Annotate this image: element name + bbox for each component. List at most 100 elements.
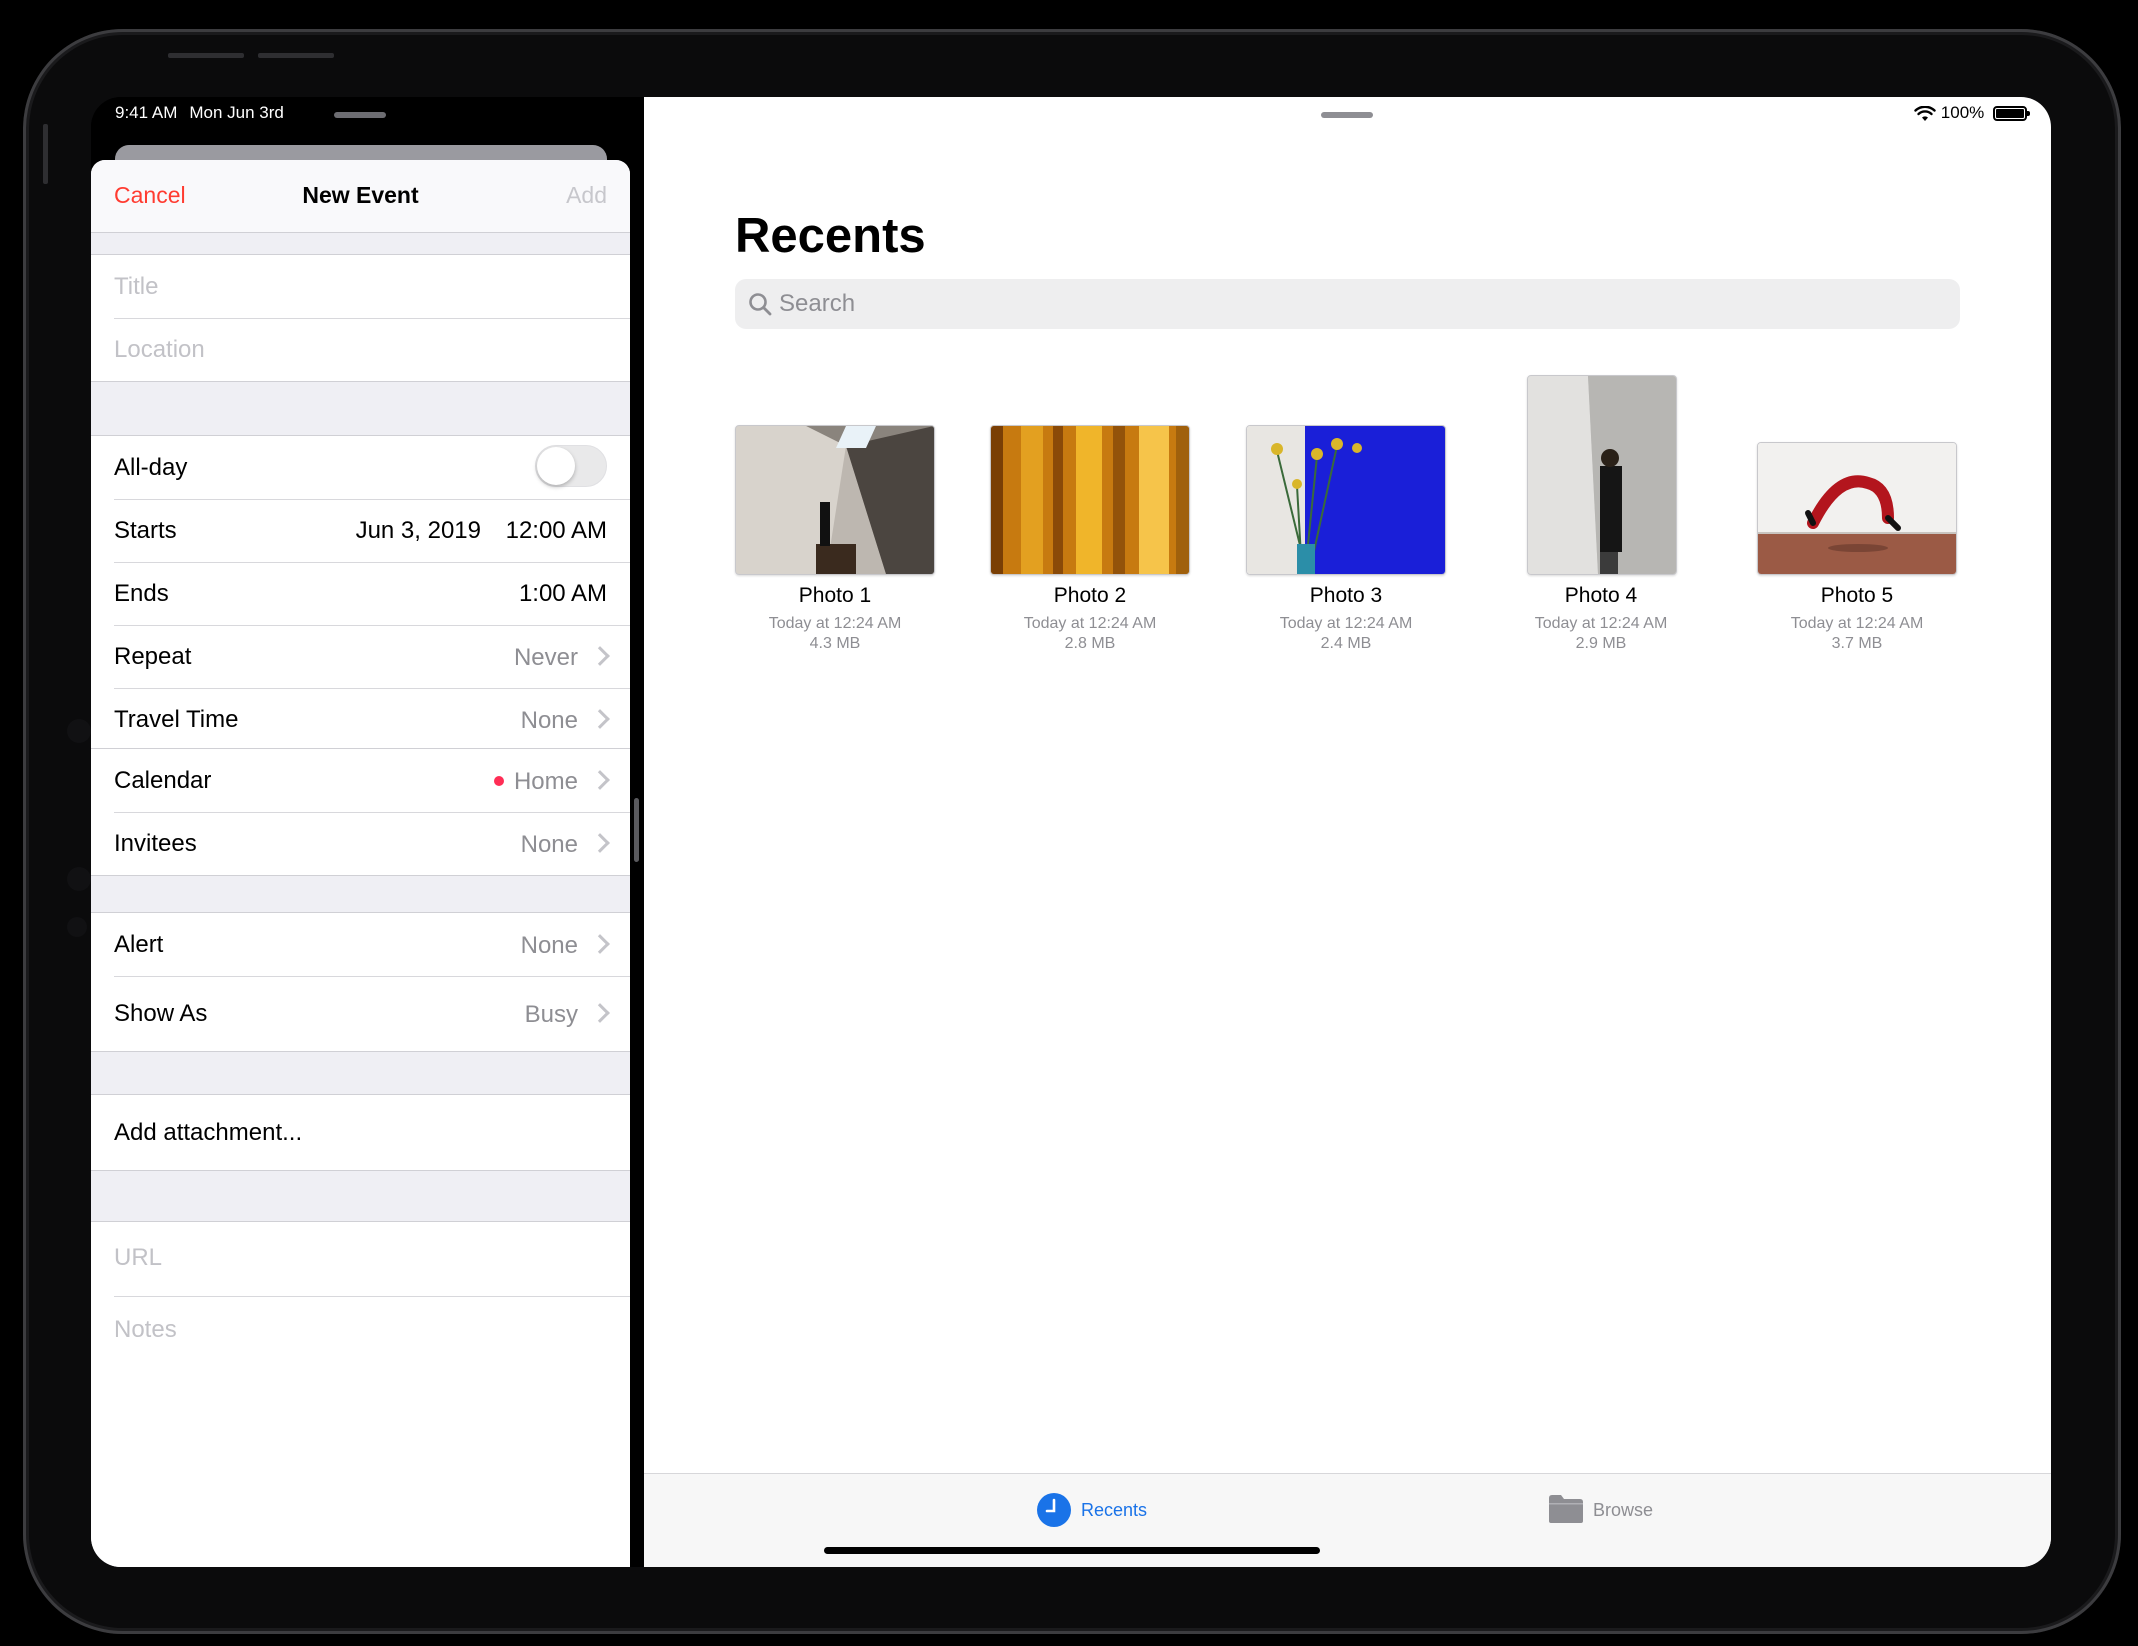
camera-sensor xyxy=(67,719,91,743)
file-size: 2.4 MB xyxy=(1320,635,1372,652)
top-button xyxy=(258,53,334,58)
camera-sensor xyxy=(67,867,91,891)
show-as-value: Busy xyxy=(524,1001,578,1028)
search-placeholder: Search xyxy=(779,290,856,317)
wifi-icon xyxy=(1914,105,1936,121)
ends-label: Ends xyxy=(114,580,169,607)
add-attachment-row[interactable]: Add attachment... xyxy=(91,1095,630,1170)
home-indicator[interactable] xyxy=(824,1547,1320,1554)
tab-browse[interactable]: Browse xyxy=(1548,1490,1668,1528)
chevron-right-icon xyxy=(590,709,610,729)
toggle-knob xyxy=(537,447,575,485)
url-placeholder: URL xyxy=(114,1244,163,1271)
invitees-value: None xyxy=(520,831,578,858)
calendar-group: Calendar Home Invitees None xyxy=(91,748,630,876)
top-button xyxy=(168,53,244,58)
file-size: 2.8 MB xyxy=(1064,635,1116,652)
file-name: Photo 3 xyxy=(1309,584,1383,607)
title-location-group: Title Location xyxy=(91,254,630,382)
location-placeholder: Location xyxy=(114,336,205,363)
file-name: Photo 2 xyxy=(1053,584,1127,607)
url-field[interactable]: URL xyxy=(91,1222,630,1296)
show-as-label: Show As xyxy=(114,1000,208,1027)
multitasking-grabber[interactable] xyxy=(1321,112,1373,118)
repeat-row[interactable]: Repeat Never xyxy=(91,625,630,688)
show-as-row[interactable]: Show As Busy xyxy=(91,976,630,1051)
url-notes-group: URL Notes xyxy=(91,1221,630,1567)
new-event-sheet: Cancel New Event Add Title Location All-… xyxy=(91,160,630,1567)
travel-time-row[interactable]: Travel Time None xyxy=(91,688,630,751)
nav-bar: Cancel New Event Add xyxy=(91,160,630,233)
status-bar-right: 100% xyxy=(1914,103,2030,123)
clock-icon xyxy=(1037,1493,1071,1527)
photo-5-thumbnail[interactable] xyxy=(1757,442,1957,575)
calendar-label: Calendar xyxy=(114,767,212,794)
notes-field[interactable]: Notes xyxy=(91,1296,630,1567)
nav-title: New Event xyxy=(302,182,419,208)
screen: 9:41 AM Mon Jun 3rd Cancel New Event Add … xyxy=(91,97,2051,1567)
folder-icon xyxy=(1549,1495,1583,1523)
file-name: Photo 1 xyxy=(798,584,872,607)
invitees-label: Invitees xyxy=(114,830,197,857)
file-name: Photo 5 xyxy=(1820,584,1894,607)
files-split: 100% Recents Search Photo 1 Today at 12:… xyxy=(644,97,2051,1567)
chevron-right-icon xyxy=(590,1003,610,1023)
multitasking-grabber[interactable] xyxy=(334,112,386,118)
add-attachment-label[interactable]: Add attachment... xyxy=(114,1119,302,1147)
file-date: Today at 12:24 AM xyxy=(768,615,902,632)
starts-label: Starts xyxy=(114,517,177,544)
photo-2-thumbnail[interactable] xyxy=(990,425,1190,575)
calendar-value: Home xyxy=(513,768,578,795)
photo-1-thumbnail[interactable] xyxy=(735,425,935,575)
search-icon xyxy=(749,293,772,316)
all-day-toggle[interactable] xyxy=(535,445,607,487)
search-bar[interactable]: Search xyxy=(735,279,1960,329)
file-date: Today at 12:24 AM xyxy=(1023,615,1157,632)
location-field[interactable]: Location xyxy=(91,318,630,381)
alert-row[interactable]: Alert None xyxy=(91,913,630,976)
tab-recents[interactable]: Recents xyxy=(1036,1490,1156,1528)
travel-time-label: Travel Time xyxy=(114,706,239,733)
attachment-group: Add attachment... xyxy=(91,1094,630,1171)
chevron-right-icon xyxy=(590,646,610,666)
file-size: 3.7 MB xyxy=(1831,635,1883,652)
battery-icon xyxy=(1993,106,2030,122)
file-date: Today at 12:24 AM xyxy=(1534,615,1668,632)
chevron-right-icon xyxy=(590,833,610,853)
alert-group: Alert None Show As Busy xyxy=(91,912,630,1052)
starts-date[interactable]: Jun 3, 2019 xyxy=(356,517,481,545)
alert-value: None xyxy=(520,932,578,959)
add-button[interactable]: Add xyxy=(566,182,607,209)
file-size: 2.9 MB xyxy=(1575,635,1627,652)
travel-time-value: None xyxy=(520,707,578,734)
calendar-row[interactable]: Calendar Home xyxy=(91,749,630,812)
title-field[interactable]: Title xyxy=(91,255,630,318)
battery-percent: 100% xyxy=(1940,103,1985,122)
file-date: Today at 12:24 AM xyxy=(1279,615,1413,632)
status-bar-left: 9:41 AM Mon Jun 3rd xyxy=(115,103,284,123)
repeat-label: Repeat xyxy=(114,643,192,670)
invitees-row[interactable]: Invitees None xyxy=(91,812,630,875)
photo-3-thumbnail[interactable] xyxy=(1246,425,1446,575)
split-view-divider-handle[interactable] xyxy=(634,798,639,862)
side-button xyxy=(43,124,48,184)
starts-time[interactable]: 12:00 AM xyxy=(506,517,607,545)
file-date: Today at 12:24 AM xyxy=(1790,615,1924,632)
title-placeholder: Title xyxy=(114,273,159,300)
photo-4-thumbnail[interactable] xyxy=(1527,375,1677,575)
status-date: Mon Jun 3rd xyxy=(189,103,284,122)
calendar-split: 9:41 AM Mon Jun 3rd Cancel New Event Add … xyxy=(91,97,630,1567)
camera-sensor xyxy=(67,917,87,937)
chevron-right-icon xyxy=(590,770,610,790)
status-time: 9:41 AM xyxy=(115,103,178,122)
repeat-value: Never xyxy=(513,644,578,671)
starts-row[interactable]: Starts Jun 3, 2019 12:00 AM xyxy=(91,499,630,562)
all-day-row: All-day xyxy=(91,436,630,499)
file-size: 4.3 MB xyxy=(809,635,861,652)
calendar-color-dot xyxy=(494,776,504,786)
tab-recents-label: Recents xyxy=(1081,1500,1148,1520)
ends-row[interactable]: Ends 1:00 AM xyxy=(91,562,630,625)
all-day-label: All-day xyxy=(114,454,188,481)
chevron-right-icon xyxy=(590,934,610,954)
ends-time[interactable]: 1:00 AM xyxy=(519,580,607,608)
